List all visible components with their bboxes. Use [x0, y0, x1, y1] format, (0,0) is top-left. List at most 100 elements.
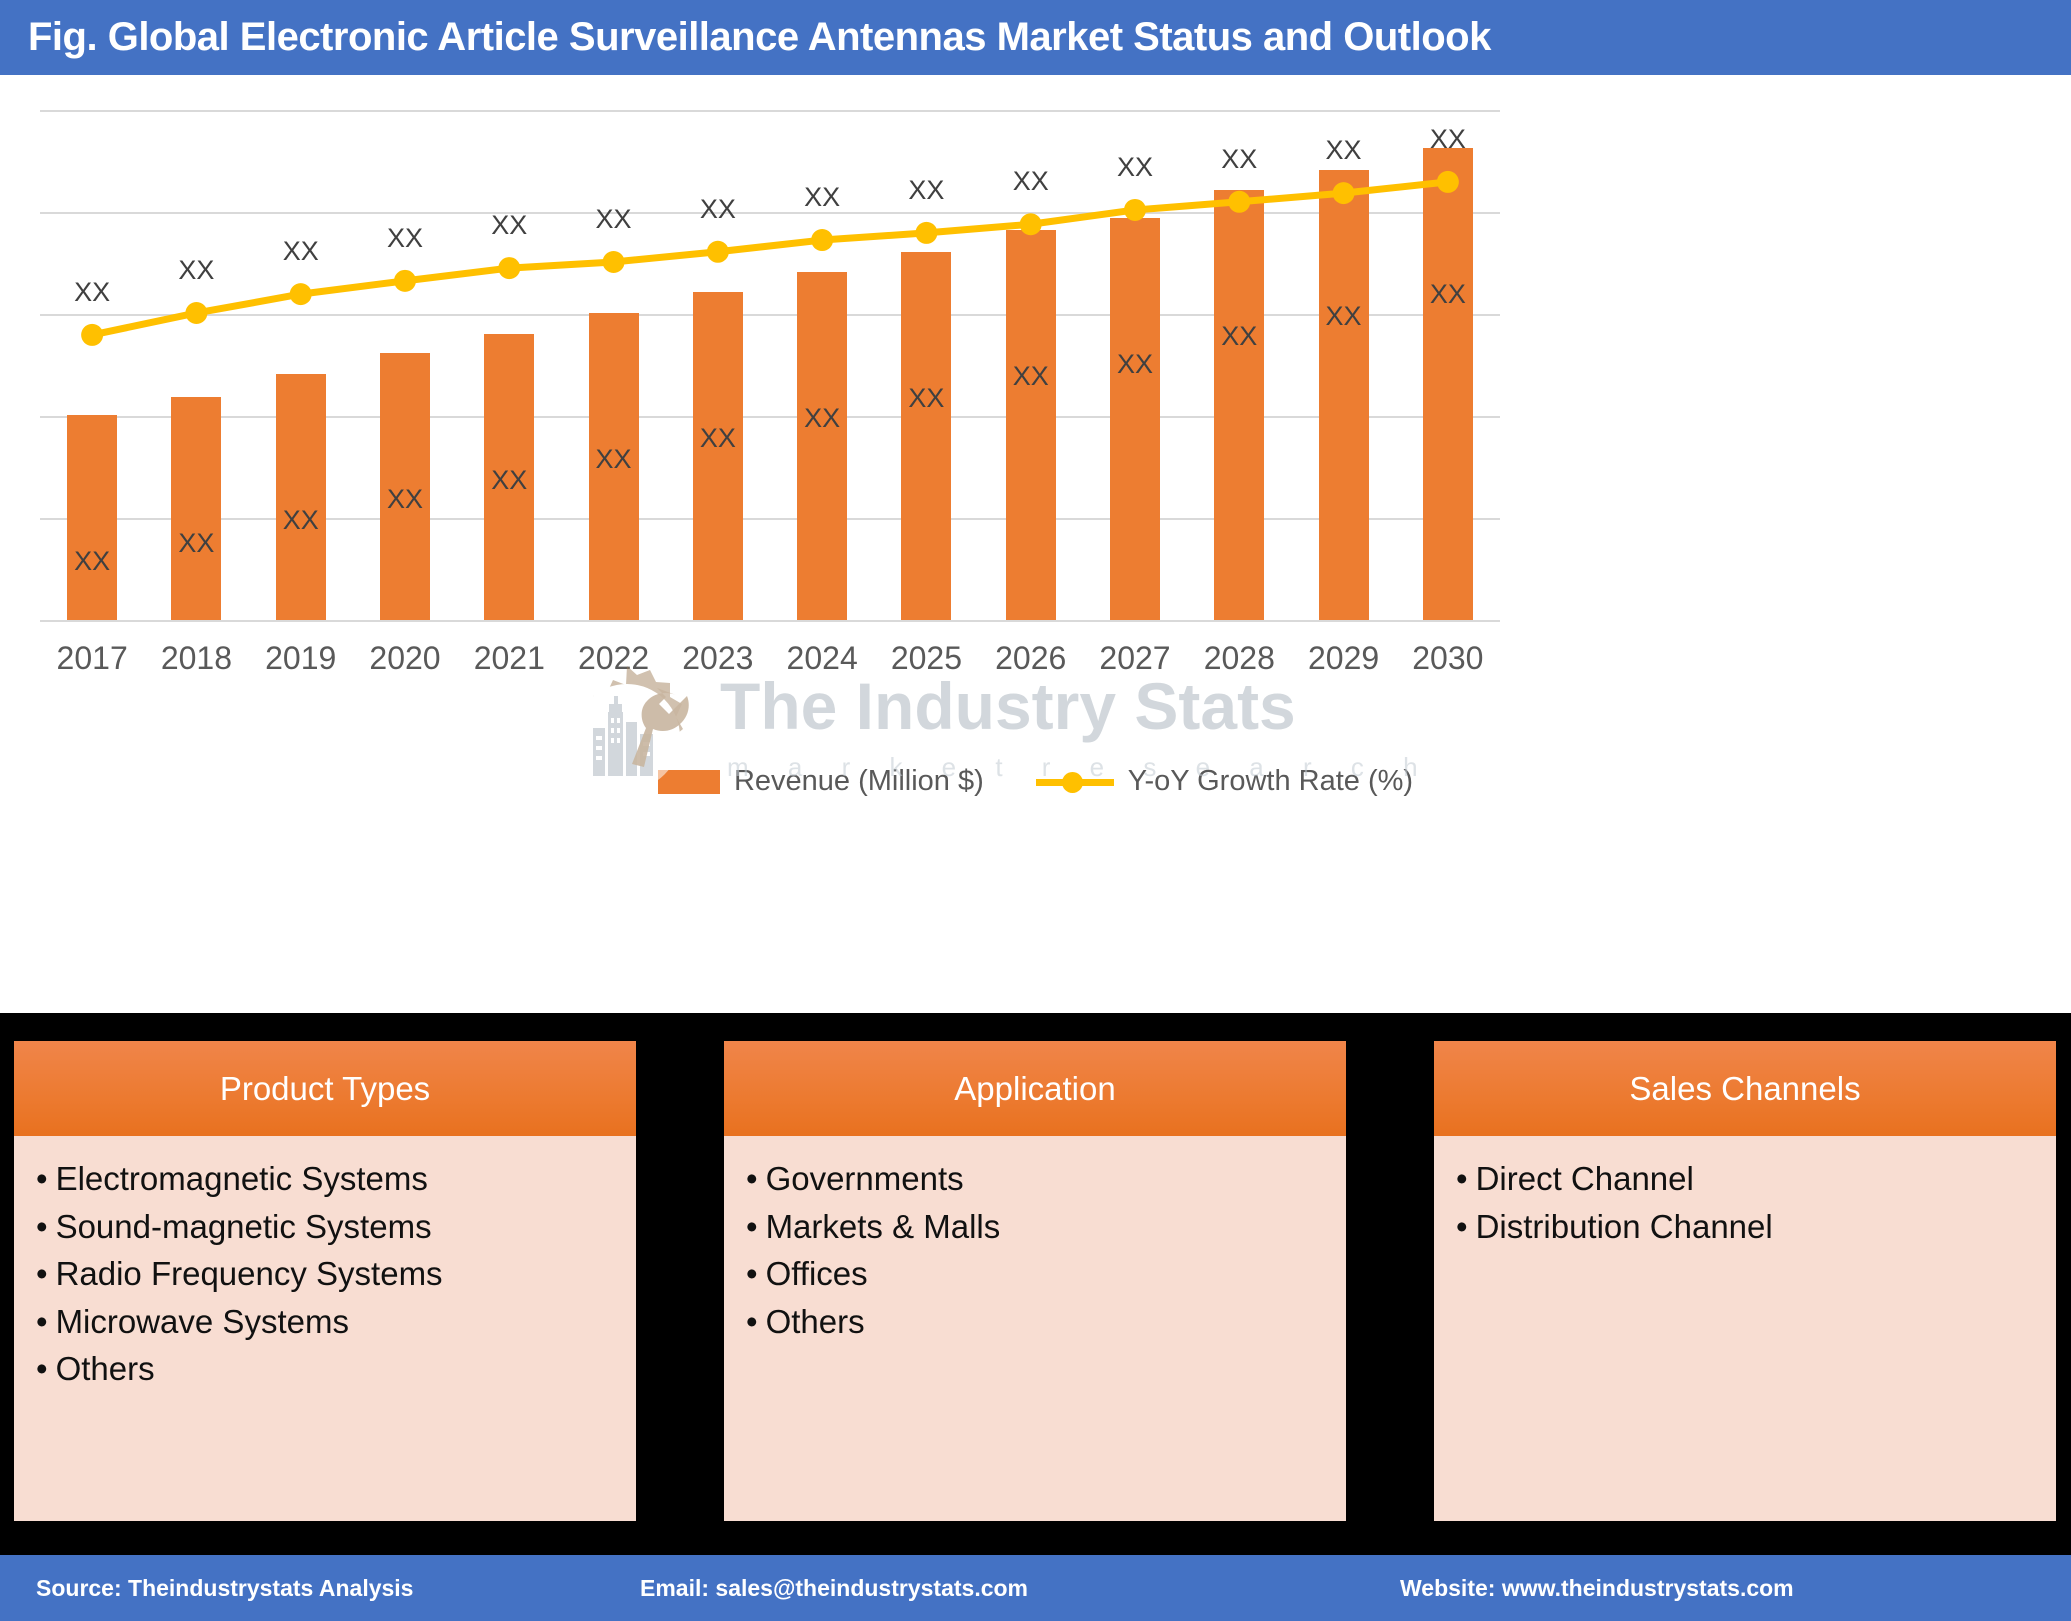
list-item: • Others	[36, 1348, 616, 1390]
list-item-label: Governments	[765, 1160, 964, 1197]
bar-value-label: XX	[491, 464, 528, 495]
list-item: • Markets & Malls	[746, 1206, 1326, 1248]
line-value-label: XX	[699, 193, 736, 224]
box-application: Application • Governments • Markets & Malls…	[724, 1041, 1346, 1521]
line-value-label: XX	[595, 203, 632, 234]
page-title: Fig. Global Electronic Article Surveilla…	[28, 15, 1491, 59]
box-body-sales-channels: • Direct Channel • Distribution Channel	[1434, 1136, 2056, 1521]
bullet-icon: •	[746, 1207, 758, 1245]
list-item: • Offices	[746, 1253, 1326, 1295]
box-sales-channels: Sales Channels • Direct Channel • Distribut…	[1434, 1041, 2056, 1521]
line-value-label: XX	[1116, 151, 1154, 182]
bullet-icon: •	[746, 1160, 758, 1197]
bullet-icon: •	[36, 1350, 48, 1388]
box-header-application: Application	[724, 1041, 1346, 1136]
x-axis-tick-2030: 2030	[1412, 640, 1484, 676]
list-item: • Electromagnetic Systems	[36, 1158, 616, 1200]
bar-value-label: XX	[74, 545, 111, 576]
line-value-label: XX	[1221, 143, 1258, 174]
bullet-icon: •	[36, 1160, 48, 1197]
bar-value-label: XX	[595, 443, 632, 474]
x-axis: 2017 2018 2019 2020 2021 2022 2023 2024 2025 2026…	[40, 640, 2000, 695]
x-axis-tick-2023: 2023	[682, 640, 754, 676]
legend-swatch-icon	[657, 769, 720, 794]
box-body-application: • Governments • Markets & Malls • Offices • Oth…	[724, 1136, 1346, 1521]
bar-value-label: XX	[1429, 279, 1466, 310]
list-item-label: Offices	[765, 1255, 868, 1293]
x-axis-tick-2026: 2026	[995, 640, 1067, 676]
x-axis-tick-2020: 2020	[369, 640, 441, 676]
line-value-label: XX	[1325, 135, 1362, 166]
box-body-product-types: • Electromagnetic Systems • Sound-magnetic …	[14, 1136, 636, 1521]
list-item-label: Sound-magnetic Systems	[55, 1207, 432, 1245]
bar-value-label: XX	[699, 423, 736, 454]
line-value-label: XX	[491, 210, 528, 241]
bullet-icon: •	[36, 1255, 48, 1293]
box-title: Sales Channels	[1629, 1069, 1861, 1107]
bar-value-label: XX	[1116, 349, 1154, 380]
bar-value-label: XX	[282, 505, 319, 536]
legend-item-revenue: Revenue (Million $)	[657, 765, 984, 798]
line-value-label: XX	[1012, 166, 1049, 197]
x-axis-tick-2019: 2019	[265, 640, 337, 676]
bar-value-label: XX	[1012, 360, 1049, 391]
list-item-label: Markets & Malls	[765, 1207, 1001, 1245]
infographic-page: Fig. Global Electronic Article Surveilla…	[0, 0, 2071, 1621]
box-header-product-types: Product Types	[14, 1041, 636, 1136]
box-header-sales-channels: Sales Channels	[1434, 1041, 2056, 1136]
list-item: • Direct Channel	[1456, 1158, 2036, 1200]
bar-value-label: XX	[1221, 321, 1258, 352]
x-axis-tick-2017: 2017	[56, 640, 128, 676]
x-axis-tick-2018: 2018	[160, 640, 233, 676]
chart-legend: Revenue (Million $) Y-oY Growth Rate (%)	[0, 765, 2071, 798]
bullet-icon: •	[746, 1255, 758, 1293]
line-value-label: XX	[908, 174, 945, 205]
list-item-label: Distribution Channel	[1475, 1207, 1773, 1245]
bullet-icon: •	[36, 1302, 48, 1340]
bullet-icon: •	[1456, 1160, 1468, 1197]
box-title: Product Types	[219, 1069, 431, 1107]
bar-value-label: XX	[1325, 301, 1362, 332]
bar-value-label: XX	[386, 483, 424, 514]
list-item: • Microwave Systems	[36, 1301, 616, 1343]
x-axis-tick-2022: 2022	[577, 640, 650, 676]
line-value-label: XX	[178, 254, 215, 285]
list-item: • Distribution Channel	[1456, 1206, 2036, 1248]
line-value-label: XX	[1429, 123, 1466, 154]
chart-panel: The Industry Stats m a r k e t r e s e a…	[0, 75, 2071, 1013]
footer-source: Source: Theindustrystats Analysis	[36, 1574, 414, 1601]
list-item-label: Electromagnetic Systems	[55, 1160, 428, 1197]
legend-label-revenue: Revenue (Million $)	[733, 765, 984, 797]
x-axis-tick-2029: 2029	[1307, 640, 1380, 676]
x-axis-tick-2021: 2021	[473, 640, 545, 676]
x-axis-tick-2028: 2028	[1203, 640, 1275, 676]
gridline	[40, 620, 1500, 622]
box-title: Application	[954, 1069, 1116, 1107]
x-axis-tick-2024: 2024	[786, 640, 858, 676]
bar-value-label: XX	[908, 382, 945, 413]
list-item: • Others	[746, 1301, 1326, 1343]
legend-item-growth: Y-oY Growth Rate (%)	[1035, 765, 1414, 798]
x-axis-tick-2027: 2027	[1099, 640, 1171, 676]
line-value-label: XX	[804, 182, 841, 213]
legend-label-growth: Y-oY Growth Rate (%)	[1127, 765, 1414, 797]
labels-layer: XX XX XX XX XX XX XX XX XX XX XX XX XX XX XX XX XX XX XX XX…	[40, 110, 2000, 620]
legend-line-icon	[1035, 771, 1114, 793]
list-item: • Governments	[746, 1158, 1326, 1200]
list-item-label: Radio Frequency Systems	[55, 1255, 443, 1293]
list-item-label: Others	[765, 1302, 865, 1340]
header-bar: Fig. Global Electronic Article Surveilla…	[0, 0, 2071, 75]
category-boxes: Product Types • Electromagnetic Systems • S…	[0, 1013, 2071, 1555]
list-item: • Sound-magnetic Systems	[36, 1206, 616, 1248]
line-value-label: XX	[386, 222, 424, 253]
list-item-label: Direct Channel	[1475, 1160, 1694, 1197]
footer-website[interactable]: Website: www.theindustrystats.com	[1400, 1575, 1794, 1602]
footer-email[interactable]: Email: sales@theindustrystats.com	[640, 1575, 1028, 1602]
list-item: • Radio Frequency Systems	[36, 1253, 616, 1295]
list-item-label: Microwave Systems	[55, 1302, 349, 1340]
line-value-label: XX	[74, 276, 111, 307]
bar-value-label: XX	[178, 528, 215, 559]
line-value-label: XX	[282, 236, 319, 267]
list-item-label: Others	[55, 1350, 155, 1388]
bullet-icon: •	[36, 1207, 48, 1245]
